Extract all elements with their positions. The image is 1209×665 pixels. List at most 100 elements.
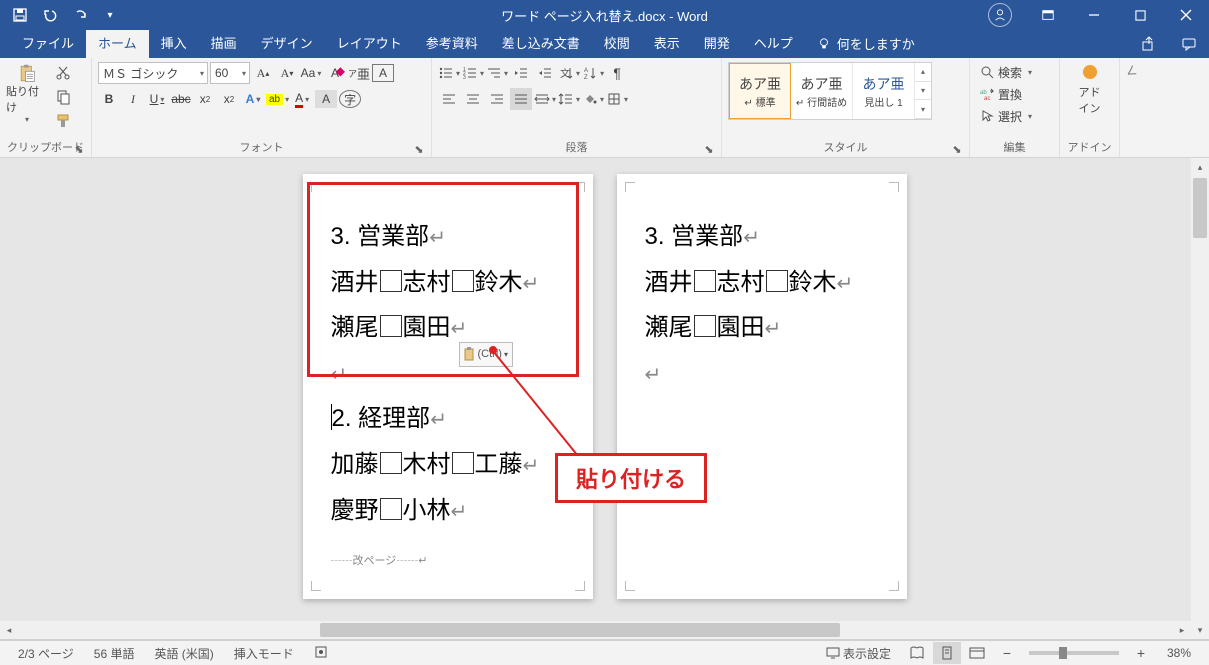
shading-icon[interactable] (582, 88, 604, 110)
borders-icon[interactable] (606, 88, 628, 110)
find-button[interactable]: 検索▾ (976, 62, 1036, 82)
save-icon[interactable] (6, 1, 34, 29)
status-words[interactable]: 56 単語 (84, 645, 145, 662)
tab-design[interactable]: デザイン (249, 28, 325, 58)
tab-home[interactable]: ホーム (86, 28, 149, 58)
tab-developer[interactable]: 開発 (692, 28, 742, 58)
char-shading-icon[interactable]: A (315, 90, 337, 108)
clear-format-icon[interactable]: A◆ (324, 62, 346, 84)
indent-icon[interactable] (534, 62, 556, 84)
show-marks-icon[interactable]: ¶ (606, 62, 628, 84)
bold-icon[interactable]: B (98, 88, 120, 110)
tab-references[interactable]: 参考資料 (414, 28, 490, 58)
align-right-icon[interactable] (486, 88, 508, 110)
enclose-char-icon[interactable]: 字 (339, 90, 361, 108)
strike-icon[interactable]: abc (170, 88, 192, 110)
zoom-level[interactable]: 38% (1157, 646, 1201, 660)
distribute-icon[interactable] (534, 88, 556, 110)
addin-button[interactable]: アド イン (1066, 62, 1113, 116)
tab-layout[interactable]: レイアウト (325, 28, 414, 58)
replace-button[interactable]: abac置換 (976, 84, 1036, 104)
scroll-up-icon[interactable]: ▴ (1191, 158, 1209, 176)
styles-scroll[interactable]: ▴▾▾ (915, 63, 931, 119)
zoom-slider[interactable] (1029, 651, 1119, 655)
tab-review[interactable]: 校閲 (592, 28, 642, 58)
vscroll-thumb[interactable] (1193, 178, 1207, 238)
redo-icon[interactable] (66, 1, 94, 29)
tab-insert[interactable]: 挿入 (149, 28, 199, 58)
text-effects-icon[interactable]: A (242, 88, 264, 110)
tab-mailings[interactable]: 差し込み文書 (490, 28, 592, 58)
scroll-down-icon[interactable]: ▾ (1191, 621, 1209, 639)
scroll-left-icon[interactable]: ◂ (0, 621, 18, 639)
style-no-spacing[interactable]: あア亜↵ 行間詰め (791, 63, 853, 119)
web-layout-icon[interactable] (963, 642, 991, 664)
styles-launcher-icon[interactable]: ⬊ (951, 143, 963, 155)
italic-icon[interactable]: I (122, 88, 144, 110)
copy-icon[interactable] (52, 86, 74, 108)
line-spacing-icon[interactable] (558, 88, 580, 110)
scroll-right-icon[interactable]: ▸ (1173, 621, 1191, 639)
undo-icon[interactable] (36, 1, 64, 29)
tab-draw[interactable]: 描画 (199, 28, 249, 58)
tab-file[interactable]: ファイル (10, 28, 86, 58)
outdent-icon[interactable] (510, 62, 532, 84)
subscript-icon[interactable]: x2 (194, 88, 216, 110)
multilevel-icon[interactable] (486, 62, 508, 84)
format-painter-icon[interactable] (52, 110, 74, 132)
maximize-button[interactable] (1117, 0, 1163, 30)
status-language[interactable]: 英語 (米国) (144, 645, 223, 662)
comments-button[interactable] (1169, 30, 1209, 58)
tab-view[interactable]: 表示 (642, 28, 692, 58)
share-button[interactable] (1129, 30, 1169, 58)
style-normal[interactable]: あア亜↵ 標準 (729, 63, 791, 119)
phonetic-guide-icon[interactable]: ア亜 (348, 62, 370, 84)
numbering-icon[interactable]: 123 (462, 62, 484, 84)
change-case-icon[interactable]: Aa (300, 62, 322, 84)
grow-font-icon[interactable]: A▴ (252, 62, 274, 84)
macro-recorder-icon[interactable] (304, 645, 338, 662)
tell-me-search[interactable]: 何をしますか (805, 29, 927, 58)
styles-gallery[interactable]: あア亜↵ 標準 あア亜↵ 行間詰め あア亜見出し 1 ▴▾▾ (728, 62, 932, 120)
horizontal-scrollbar[interactable]: ◂ ▸ (0, 621, 1191, 639)
vertical-scrollbar[interactable]: ▴ ▾ (1191, 158, 1209, 639)
collapse-ribbon-icon[interactable]: ㄥ (1120, 58, 1144, 157)
status-insert-mode[interactable]: 挿入モード (224, 645, 304, 662)
tab-help[interactable]: ヘルプ (742, 28, 805, 58)
underline-icon[interactable]: U (146, 88, 168, 110)
account-icon[interactable] (979, 0, 1025, 30)
zoom-in-icon[interactable]: + (1127, 642, 1155, 664)
zoom-thumb[interactable] (1059, 647, 1067, 659)
text-direction-icon[interactable]: 文 (558, 62, 580, 84)
minimize-button[interactable] (1071, 0, 1117, 30)
font-color-icon[interactable]: A (291, 88, 313, 110)
font-name-select[interactable]: ＭＳ ゴシック (98, 62, 208, 84)
close-button[interactable] (1163, 0, 1209, 30)
page-2[interactable]: 3. 営業部↵ 酒井志村鈴木↵ 瀬尾園田↵ ↵ (617, 174, 907, 599)
clipboard-launcher-icon[interactable]: ⬊ (73, 143, 85, 155)
display-settings[interactable]: 表示設定 (816, 645, 901, 662)
justify-icon[interactable] (510, 88, 532, 110)
superscript-icon[interactable]: x2 (218, 88, 240, 110)
page-1[interactable]: 3. 営業部↵ 酒井志村鈴木↵ 瀬尾園田↵ ↵ (Ctrl)▾ 2. 経理部↵ … (303, 174, 593, 599)
read-mode-icon[interactable] (903, 642, 931, 664)
align-center-icon[interactable] (462, 88, 484, 110)
zoom-out-icon[interactable]: − (993, 642, 1021, 664)
align-left-icon[interactable] (438, 88, 460, 110)
print-layout-icon[interactable] (933, 642, 961, 664)
paste-button[interactable]: 貼り付け ▾ (6, 62, 48, 124)
sort-icon[interactable]: AZ (582, 62, 604, 84)
char-border-icon[interactable]: A (372, 64, 394, 82)
paragraph-launcher-icon[interactable]: ⬊ (703, 143, 715, 155)
font-size-select[interactable]: 60 (210, 62, 250, 84)
ribbon-display-icon[interactable] (1025, 0, 1071, 30)
bullets-icon[interactable] (438, 62, 460, 84)
style-heading1[interactable]: あア亜見出し 1 (853, 63, 915, 119)
shrink-font-icon[interactable]: A▾ (276, 62, 298, 84)
font-launcher-icon[interactable]: ⬊ (413, 143, 425, 155)
status-page[interactable]: 2/3 ページ (8, 645, 84, 662)
select-button[interactable]: 選択▾ (976, 106, 1036, 126)
highlight-icon[interactable]: ab (266, 88, 289, 110)
cut-icon[interactable] (52, 62, 74, 84)
qat-customize-icon[interactable]: ▾ (96, 1, 124, 29)
